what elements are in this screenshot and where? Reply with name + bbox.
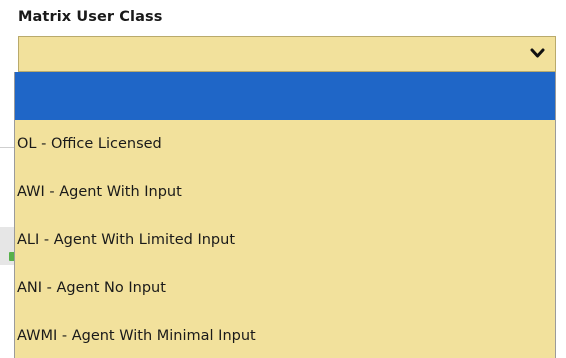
dropdown-option-ol[interactable]: OL - Office Licensed: [15, 120, 555, 168]
dropdown-option-ali[interactable]: ALI - Agent With Limited Input: [15, 216, 555, 264]
dropdown-list: OL - Office Licensed AWI - Agent With In…: [14, 72, 556, 358]
page: Matrix User Class OL - Office Licensed A…: [0, 0, 566, 358]
matrix-user-class-select[interactable]: [18, 36, 556, 72]
chevron-down-icon[interactable]: [530, 46, 545, 60]
dropdown-option-awmi[interactable]: AWMI - Agent With Minimal Input: [15, 312, 555, 358]
dropdown-option-ani[interactable]: ANI - Agent No Input: [15, 264, 555, 312]
field-label: Matrix User Class: [18, 9, 163, 25]
dropdown-option-blank[interactable]: [15, 72, 555, 120]
dropdown-option-awi[interactable]: AWI - Agent With Input: [15, 168, 555, 216]
